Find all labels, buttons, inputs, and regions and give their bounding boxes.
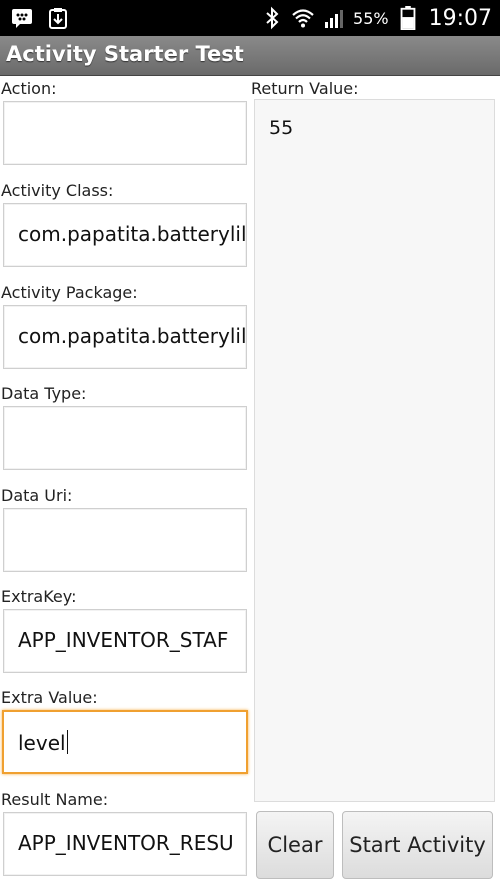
status-bar: 55% 19:07 (0, 0, 500, 36)
extra-value-text: level (18, 731, 66, 755)
action-input[interactable] (3, 101, 247, 165)
start-activity-button[interactable]: Start Activity (342, 811, 493, 879)
extra-value-label: Extra Value: (1, 688, 98, 707)
activity-class-label: Activity Class: (1, 181, 114, 200)
result-name-label: Result Name: (1, 790, 109, 809)
bluetooth-icon (266, 6, 279, 30)
wifi-icon (292, 9, 314, 28)
extra-value-input[interactable]: level (2, 710, 248, 774)
text-caret (66, 730, 68, 754)
app-title: Activity Starter Test (6, 42, 244, 66)
extra-key-label: ExtraKey: (1, 587, 77, 606)
data-type-label: Data Type: (1, 384, 87, 403)
data-uri-input[interactable] (3, 508, 247, 572)
activity-package-input[interactable]: com.papatita.batterylil (3, 305, 247, 369)
return-value-label: Return Value: (251, 79, 359, 98)
download-icon (49, 8, 67, 29)
action-label: Action: (1, 79, 57, 98)
extra-key-input[interactable]: APP_INVENTOR_STAF (3, 609, 247, 673)
activity-class-input[interactable]: com.papatita.batterylil (3, 203, 247, 267)
clear-button[interactable]: Clear (256, 811, 334, 879)
battery-icon (400, 6, 415, 30)
data-type-input[interactable] (3, 406, 247, 470)
return-value-box: 55 (254, 99, 495, 802)
return-value-text: 55 (269, 117, 294, 139)
result-name-input[interactable]: APP_INVENTOR_RESU (3, 812, 247, 876)
data-uri-label: Data Uri: (1, 486, 73, 505)
activity-package-label: Activity Package: (1, 283, 138, 302)
title-bar: Activity Starter Test (0, 36, 500, 76)
signal-icon (325, 10, 344, 28)
battery-percentage: 55% (353, 8, 389, 28)
clock: 19:07 (428, 5, 492, 31)
bbm-icon (12, 9, 32, 28)
